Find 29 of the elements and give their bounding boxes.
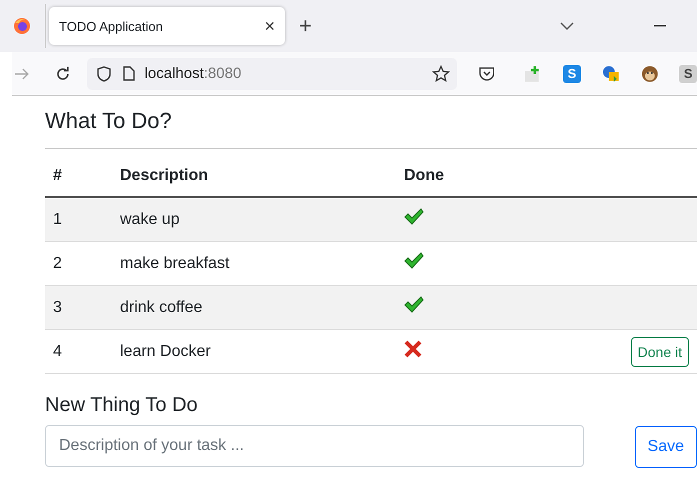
address-bar[interactable]: localhost:8080 xyxy=(86,58,457,90)
reload-icon[interactable] xyxy=(54,66,71,82)
table-cell: 1 xyxy=(45,197,112,242)
new-tab-button[interactable]: + xyxy=(299,13,312,39)
tab-title: TODO Application xyxy=(59,18,164,34)
extension-icon[interactable]: S xyxy=(679,64,697,82)
section-title: New Thing To Do xyxy=(45,394,199,417)
pocket-icon[interactable] xyxy=(478,66,494,81)
minimize-icon[interactable] xyxy=(654,25,666,27)
globe-folder-icon[interactable] xyxy=(602,64,620,82)
table-cell: wake up xyxy=(112,197,396,242)
task-input-field[interactable]: Description of your task ... xyxy=(45,425,584,467)
page-icon xyxy=(122,66,135,81)
browser-tab[interactable]: TODO Application × xyxy=(49,7,285,45)
monkey-icon[interactable] xyxy=(640,64,658,82)
save-button[interactable]: Save xyxy=(634,426,697,468)
page-title: What To Do? xyxy=(45,107,173,135)
table-cell: 3 xyxy=(45,286,112,330)
chevron-down-icon[interactable] xyxy=(560,22,574,30)
done-it-button[interactable]: Done it xyxy=(630,336,689,366)
star-icon[interactable] xyxy=(432,64,450,82)
extension-icon[interactable]: S xyxy=(563,64,581,82)
close-icon[interactable]: × xyxy=(264,16,275,36)
table-cell: drink coffee xyxy=(112,286,396,330)
table-cell: learn Docker xyxy=(112,330,396,374)
shield-icon[interactable] xyxy=(96,66,111,82)
url-text: localhost:8080 xyxy=(144,65,242,82)
firefox-logo-icon[interactable] xyxy=(13,17,31,35)
table-cell: 4 xyxy=(45,330,112,374)
